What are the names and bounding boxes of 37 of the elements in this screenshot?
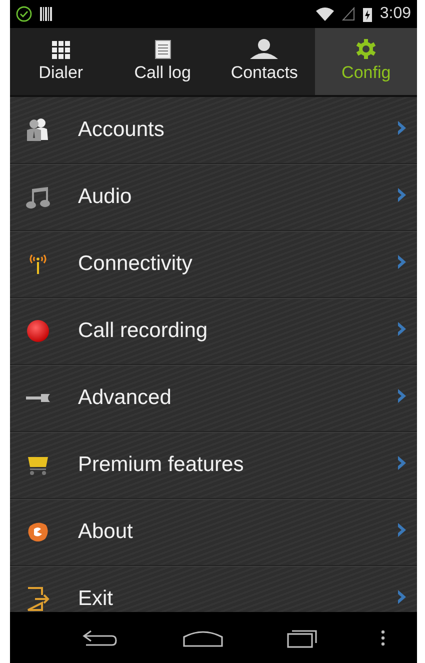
barcode-icon — [40, 7, 52, 21]
menu-item[interactable]: Premium features — [10, 432, 417, 499]
check-circle-icon — [16, 6, 32, 22]
wrench-icon — [26, 392, 52, 404]
list-icon — [154, 40, 171, 58]
keypad-icon — [52, 40, 70, 58]
chevron-right-icon — [397, 320, 407, 336]
menu-item[interactable]: Advanced — [10, 365, 417, 432]
menu-item[interactable]: About — [10, 499, 417, 566]
people-icon — [26, 118, 50, 142]
signal-icon — [342, 7, 355, 21]
cart-icon — [26, 454, 50, 476]
exit-door-icon — [26, 586, 52, 612]
music-note-icon — [26, 185, 52, 209]
overflow-menu-icon[interactable] — [381, 630, 386, 646]
home-icon[interactable] — [182, 628, 224, 646]
menu-item[interactable]: Accounts — [10, 97, 417, 164]
chevron-right-icon — [397, 522, 407, 538]
logo-icon — [26, 520, 50, 544]
chevron-right-icon — [397, 120, 407, 136]
chevron-right-icon — [397, 254, 407, 270]
chevron-right-icon — [397, 588, 407, 604]
clock-time: 3:09 — [380, 5, 411, 23]
menu-item[interactable]: Audio — [10, 164, 417, 231]
menu-item[interactable]: Connectivity — [10, 231, 417, 298]
battery-icon — [362, 6, 372, 22]
back-icon[interactable] — [82, 628, 118, 646]
gear-icon — [356, 38, 376, 58]
person-icon — [249, 38, 280, 58]
tab[interactable]: Config — [315, 28, 417, 95]
recent-apps-icon[interactable] — [287, 628, 318, 648]
record-icon — [26, 319, 50, 343]
chevron-right-icon — [397, 186, 407, 202]
chevron-right-icon — [397, 388, 407, 404]
menu-item[interactable]: Call recording — [10, 298, 417, 365]
chevron-right-icon — [397, 454, 407, 470]
wifi-icon — [316, 7, 334, 21]
